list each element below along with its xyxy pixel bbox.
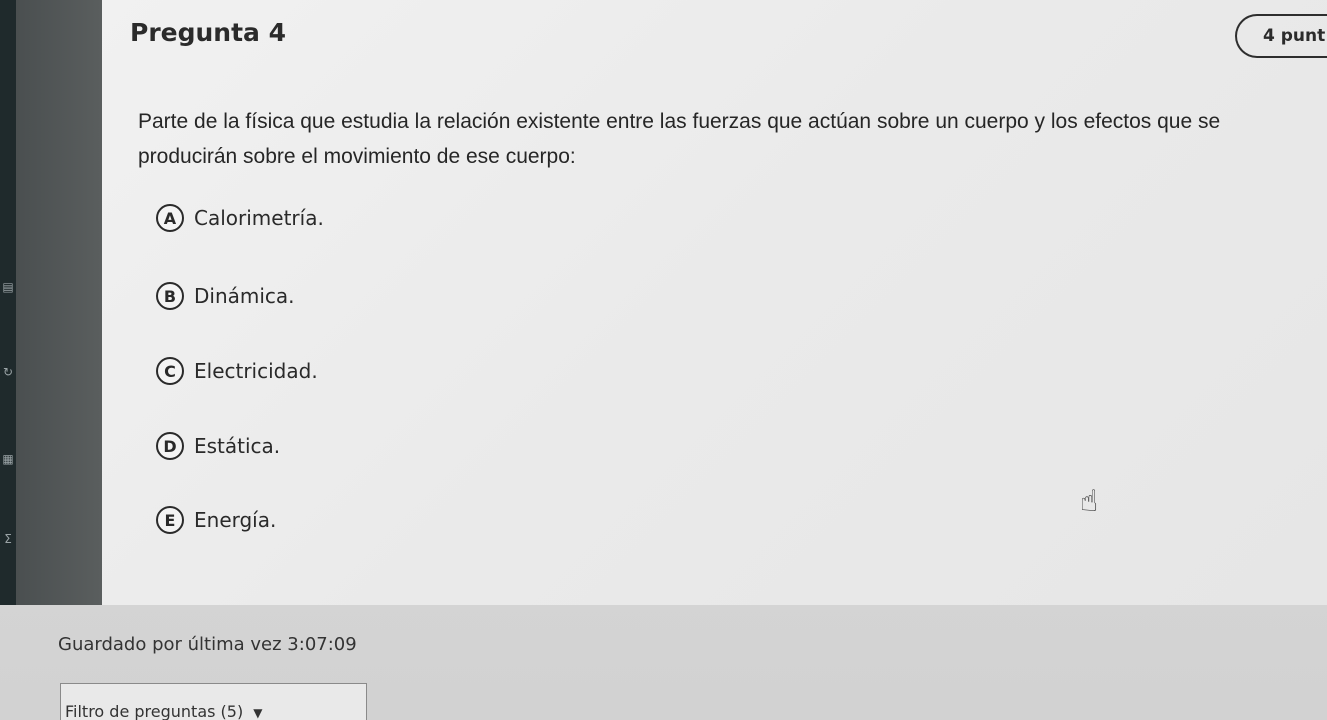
question-title: Pregunta 4	[130, 18, 287, 47]
question-card: Pregunta 4 4 punt Parte de la física que…	[102, 0, 1327, 605]
rail-formula-icon[interactable]: Σ	[0, 532, 16, 546]
option-letter[interactable]: D	[156, 432, 184, 460]
option-letter[interactable]: C	[156, 357, 184, 385]
option-d[interactable]: D Estática.	[156, 432, 280, 460]
option-text[interactable]: Dinámica.	[194, 284, 295, 308]
question-filter-button[interactable]: Filtro de preguntas (5) ▼	[60, 683, 367, 720]
screen: ▤ ↻ ▦ Σ Pregunta 4 4 punt Parte de la fí…	[0, 0, 1327, 720]
option-a[interactable]: A Calorimetría.	[156, 204, 324, 232]
chevron-down-icon: ▼	[253, 706, 263, 720]
hand-pointer-icon: ☝	[1080, 484, 1099, 519]
points-badge: 4 punt	[1235, 14, 1327, 58]
option-letter[interactable]: A	[156, 204, 184, 232]
question-text: Parte de la física que estudia la relaci…	[138, 110, 1221, 168]
rail-refresh-icon[interactable]: ↻	[0, 365, 16, 379]
option-text[interactable]: Electricidad.	[194, 359, 318, 383]
option-letter[interactable]: B	[156, 282, 184, 310]
filter-label: Filtro de preguntas (5)	[65, 702, 244, 720]
last-saved-text: Guardado por última vez 3:07:09	[58, 634, 357, 655]
option-letter[interactable]: E	[156, 506, 184, 534]
option-c[interactable]: C Electricidad.	[156, 357, 318, 385]
option-text[interactable]: Estática.	[194, 434, 280, 458]
left-panel	[16, 0, 102, 605]
option-text[interactable]: Energía.	[194, 508, 276, 532]
left-rail: ▤ ↻ ▦ Σ	[0, 0, 16, 605]
rail-calculator-icon[interactable]: ▦	[0, 452, 16, 466]
option-e[interactable]: E Energía.	[156, 506, 276, 534]
rail-tool-icon[interactable]: ▤	[0, 280, 16, 294]
option-text[interactable]: Calorimetría.	[194, 206, 324, 230]
option-b[interactable]: B Dinámica.	[156, 282, 295, 310]
